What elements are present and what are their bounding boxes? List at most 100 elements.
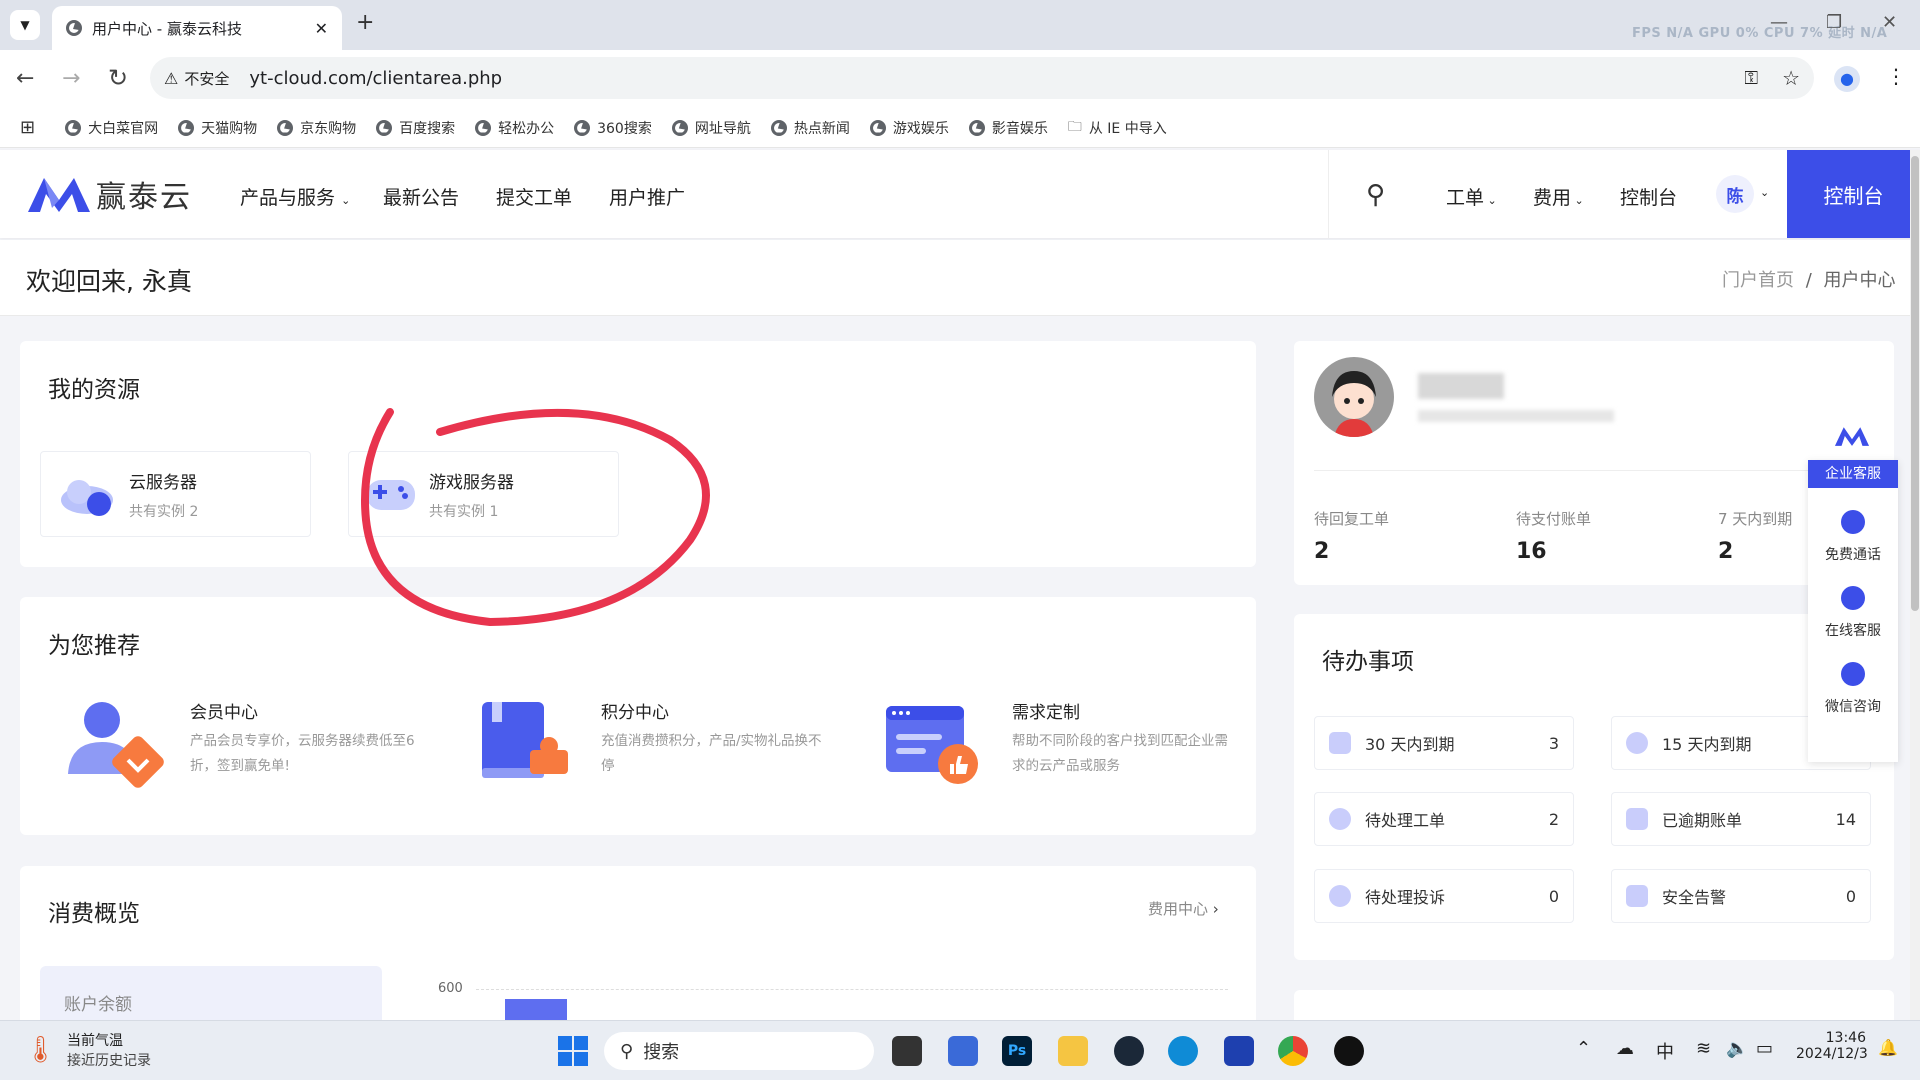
resource-count: 共有实例 2 xyxy=(129,503,199,520)
globe-icon xyxy=(178,119,195,136)
bookmark-folder[interactable]: 🗀 从 IE 中导入 xyxy=(1068,116,1167,140)
chevron-down-icon[interactable]: ⌄ xyxy=(1760,186,1769,199)
omnibox[interactable]: ⚠ 不安全 yt-cloud.com/clientarea.php ⚿ ☆ xyxy=(150,57,1814,99)
tab-title: 用户中心 - 赢泰云科技 xyxy=(92,19,242,38)
chevron-down-icon: ▼ xyxy=(20,18,30,32)
notification-icon[interactable]: 🔔 xyxy=(1878,1038,1898,1057)
recommend-item-title: 会员中心 xyxy=(190,703,258,723)
nav-referral[interactable]: 用户推广 xyxy=(609,183,685,210)
chrome-icon[interactable] xyxy=(1278,1036,1308,1066)
close-icon[interactable]: ✕ xyxy=(315,19,328,38)
nav-tickets[interactable]: 工单 ⌄ xyxy=(1446,183,1497,210)
clock-icon xyxy=(1626,732,1648,754)
todo-pending-complaints[interactable]: 待处理投诉 0 xyxy=(1314,869,1574,923)
close-window-icon[interactable]: ✕ xyxy=(1882,12,1897,33)
edge-icon[interactable] xyxy=(1168,1036,1198,1066)
service-panel: 免费通话 在线客服 微信咨询 xyxy=(1808,460,1898,762)
apps-icon[interactable]: ⊞ xyxy=(20,117,35,138)
service-online-chat[interactable]: 在线客服 xyxy=(1808,586,1898,640)
tab-search-button[interactable]: ▼ xyxy=(10,10,40,40)
file-manager-icon[interactable] xyxy=(892,1036,922,1066)
recommend-points[interactable]: 积分中心 充值消费攒积分，产品/实物礼品换不停 xyxy=(601,698,826,779)
breadcrumb-home[interactable]: 门户首页 xyxy=(1722,270,1794,291)
search-icon[interactable]: ⚲ xyxy=(1366,180,1385,210)
user-avatar[interactable]: 陈 xyxy=(1716,175,1754,213)
nav-billing[interactable]: 费用 ⌄ xyxy=(1533,183,1584,210)
resource-cloud-server[interactable]: 云服务器 共有实例 2 xyxy=(40,451,311,537)
todo-security-alerts[interactable]: 安全告警 0 xyxy=(1611,869,1871,923)
profile-avatar[interactable] xyxy=(1314,357,1394,437)
bookmark-item[interactable]: 百度搜索 xyxy=(376,118,455,138)
bookmark-item[interactable]: 游戏娱乐 xyxy=(869,118,949,138)
stat-pending-tickets[interactable]: 待回复工单 2 xyxy=(1314,508,1389,564)
todo-overdue-bills[interactable]: 已逾期账单 14 xyxy=(1611,792,1871,846)
service-title: 企业客服 xyxy=(1808,460,1898,488)
todo-pending-tickets[interactable]: 待处理工单 2 xyxy=(1314,792,1574,846)
profile-icon[interactable]: ● xyxy=(1834,66,1860,92)
nav-products[interactable]: 产品与服务 ⌄ xyxy=(240,183,350,210)
service-free-call[interactable]: 免费通话 xyxy=(1808,510,1898,564)
volume-icon[interactable]: 🔈 xyxy=(1726,1038,1748,1059)
url-text[interactable]: yt-cloud.com/clientarea.php xyxy=(249,68,1744,89)
bookmark-item[interactable]: 天猫购物 xyxy=(178,118,257,138)
clock[interactable]: 13:46 2024/12/3 xyxy=(1796,1030,1868,1062)
recommend-member[interactable]: 会员中心 产品会员专享价，云服务器续费低至6折，签到赢免单! xyxy=(190,698,415,779)
start-icon[interactable] xyxy=(558,1036,588,1066)
service-wechat[interactable]: 微信咨询 xyxy=(1808,662,1898,716)
tray-chevron-icon[interactable]: ⌃ xyxy=(1576,1038,1591,1059)
stat-unpaid-bills[interactable]: 待支付账单 16 xyxy=(1516,508,1591,564)
remote-desktop-icon[interactable] xyxy=(948,1036,978,1066)
ime-indicator[interactable]: 中 xyxy=(1656,1038,1674,1064)
bookmark-item[interactable]: 轻松办公 xyxy=(475,118,554,138)
warning-icon: ⚠ xyxy=(164,68,179,88)
cloud-tray-icon[interactable]: ☁ xyxy=(1616,1038,1634,1059)
balance-label: 账户余额 xyxy=(64,995,132,1015)
battery-icon[interactable]: ▭ xyxy=(1756,1038,1773,1059)
key-icon[interactable]: ⚿ xyxy=(1744,68,1758,89)
menu-icon[interactable]: ⋮ xyxy=(1886,64,1906,88)
app-shield-icon[interactable] xyxy=(1224,1036,1254,1066)
steam-icon[interactable] xyxy=(1114,1036,1144,1066)
minimize-icon[interactable]: — xyxy=(1770,12,1788,33)
nav-console[interactable]: 控制台 xyxy=(1620,183,1677,210)
billing-center-link[interactable]: 费用中心 › xyxy=(1148,898,1219,919)
page-title: 欢迎回来, 永真 xyxy=(26,267,192,296)
logo-mark-icon xyxy=(28,178,90,212)
console-button[interactable]: 控制台 xyxy=(1787,150,1920,238)
stat-expiring-7d[interactable]: 7 天内到期 2 xyxy=(1718,508,1792,564)
star-icon[interactable]: ☆ xyxy=(1782,66,1800,90)
browser-tab[interactable]: 用户中心 - 赢泰云科技 ✕ xyxy=(52,6,342,50)
maximize-icon[interactable]: ❐ xyxy=(1826,12,1842,33)
nav-submit-ticket[interactable]: 提交工单 xyxy=(496,183,572,210)
new-tab-button[interactable]: + xyxy=(356,10,374,35)
reload-icon[interactable]: ↻ xyxy=(108,64,128,92)
bookmark-item[interactable]: 京东购物 xyxy=(277,118,356,138)
wifi-icon[interactable]: ≋ xyxy=(1696,1038,1711,1059)
weather-widget[interactable]: 🌡 当前气温 接近历史记录 xyxy=(24,1030,151,1070)
bookmark-item[interactable]: 影音娱乐 xyxy=(968,118,1048,138)
photoshop-icon[interactable]: Ps xyxy=(1002,1036,1032,1066)
scrollbar-thumb[interactable] xyxy=(1911,156,1919,611)
qq-icon[interactable] xyxy=(1334,1036,1364,1066)
bookmark-item[interactable]: 热点新闻 xyxy=(770,118,850,138)
recommend-custom[interactable]: 需求定制 帮助不同阶段的客户找到匹配企业需求的云产品或服务 xyxy=(1012,698,1237,779)
nav-announcements[interactable]: 最新公告 xyxy=(383,183,459,210)
chevron-down-icon: ⌄ xyxy=(1484,194,1497,207)
bookmark-item[interactable]: 大白菜官网 xyxy=(65,118,158,138)
globe-icon xyxy=(869,119,886,136)
folder-icon[interactable] xyxy=(1058,1036,1088,1066)
insecure-label: 不安全 xyxy=(184,69,230,88)
search-icon: ⚲ xyxy=(620,1040,634,1062)
todo-expiring-30d[interactable]: 30 天内到期 3 xyxy=(1314,716,1574,770)
bookmark-item[interactable]: 360搜索 xyxy=(574,118,652,138)
bookmark-item[interactable]: 网址导航 xyxy=(671,118,751,138)
taskbar-search[interactable]: ⚲ 搜索 xyxy=(604,1032,874,1070)
forward-icon[interactable]: → xyxy=(62,66,80,91)
headset-icon xyxy=(1841,586,1865,610)
back-icon[interactable]: ← xyxy=(16,66,34,91)
globe-icon xyxy=(671,119,688,136)
globe-icon xyxy=(968,119,985,136)
perf-overlay: FPS N/A GPU 0% CPU 7% 延时 N/A xyxy=(1632,26,1888,41)
breadcrumb-current: 用户中心 xyxy=(1823,270,1896,291)
site-logo[interactable]: 赢泰云 xyxy=(26,172,192,216)
